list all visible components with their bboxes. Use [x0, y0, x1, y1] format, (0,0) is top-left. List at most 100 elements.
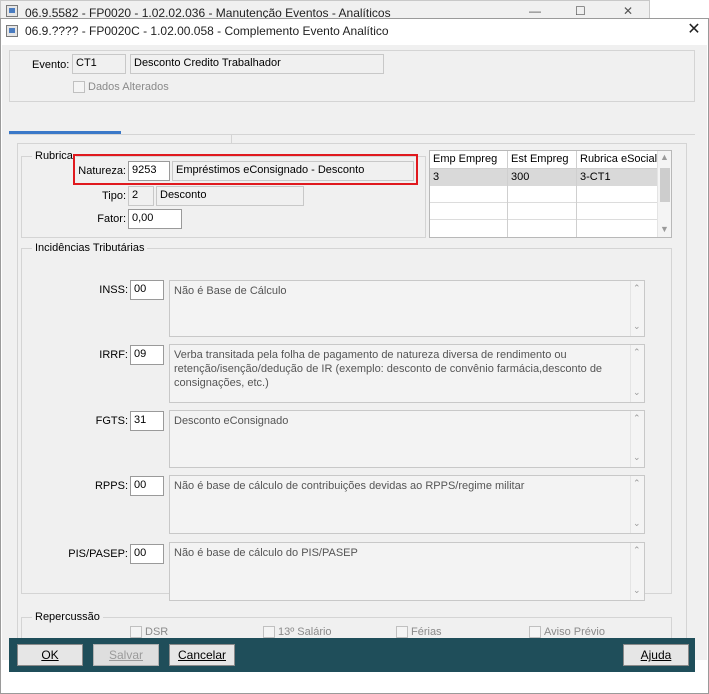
chevron-down-icon[interactable]: ⌄ [633, 585, 641, 596]
maximize-icon[interactable]: ☐ [575, 4, 586, 18]
chevron-up-icon[interactable]: ⌃ [633, 283, 641, 294]
evento-description-field: Desconto Credito Trabalhador [130, 54, 384, 74]
grid-cell: 3-CT1 [580, 171, 611, 183]
tipo-description-field: Desconto [156, 186, 304, 206]
grid-header-rubrica-esocial[interactable]: Rubrica eSocial [577, 151, 657, 169]
dsr-checkbox[interactable] [130, 626, 142, 638]
grid-cell [577, 186, 657, 203]
chevron-down-icon[interactable]: ⌄ [633, 452, 641, 463]
grid-cell [577, 203, 657, 220]
grid-header-est-empreg[interactable]: Est Empreg [508, 151, 577, 169]
pis-pasep-scrollbar[interactable]: ⌃ ⌄ [630, 543, 644, 600]
chevron-up-icon[interactable]: ⌃ [633, 347, 641, 358]
decimo-terceiro-checkbox[interactable] [263, 626, 275, 638]
rpps-code-field[interactable]: 00 [130, 476, 164, 496]
salvar-button[interactable]: Salvar [93, 644, 159, 666]
chevron-up-icon[interactable]: ⌃ [633, 413, 641, 424]
cancelar-button[interactable]: Cancelar [169, 644, 235, 666]
dialog-app-icon [6, 25, 18, 37]
close-icon[interactable]: ✕ [683, 21, 705, 41]
chevron-down-icon[interactable]: ⌄ [633, 321, 641, 332]
irrf-description-text: Verba transitada pela folha de pagamento… [174, 349, 603, 389]
ajuda-button[interactable]: Ajuda [623, 644, 689, 666]
ferias-checkbox[interactable] [396, 626, 408, 638]
fgts-label: FGTS: [95, 415, 128, 427]
grid-scrollbar[interactable]: ▲ ▼ [657, 151, 671, 237]
aviso-previo-checkbox[interactable] [529, 626, 541, 638]
fator-field[interactable]: 0,00 [128, 209, 182, 229]
grid-cell [577, 220, 657, 237]
ok-button[interactable]: OK [17, 644, 83, 666]
table-row[interactable]: 3 300 3-CT1 [430, 169, 657, 186]
inss-description-text: Não é Base de Cálculo [174, 285, 287, 297]
geral-tab-content: Rubrica Natureza: 9253 Empréstimos eCons… [17, 143, 687, 649]
chevron-down-icon[interactable]: ⌄ [633, 387, 641, 398]
grid-cell [508, 220, 577, 237]
grid-cell [430, 203, 508, 220]
inss-scrollbar[interactable]: ⌃ ⌄ [630, 281, 644, 336]
rpps-description: Não é base de cálculo de contribuições d… [169, 475, 645, 534]
table-row[interactable] [430, 220, 657, 237]
grid-cell: 3 [430, 169, 508, 186]
minimize-icon[interactable]: — [529, 4, 541, 18]
irrf-scrollbar[interactable]: ⌃ ⌄ [630, 345, 644, 402]
irrf-label: IRRF: [99, 349, 128, 361]
ok-button-label: OK [41, 648, 59, 662]
fgts-description: Desconto eConsignado [169, 410, 645, 468]
cancelar-button-label: Cancelar [177, 648, 227, 662]
grid-cell: 300 [508, 169, 577, 186]
inss-description: Não é Base de Cálculo [169, 280, 645, 337]
grid-scroll-thumb[interactable] [660, 168, 670, 202]
grid-header: Emp Empreg Est Empreg Rubrica eSocial [430, 151, 657, 169]
natureza-label: Natureza: [78, 165, 126, 177]
inss-code-field[interactable]: 00 [130, 280, 164, 300]
evento-label: Evento: [32, 59, 70, 71]
dados-alterados-label: Dados Alterados [88, 81, 169, 93]
complemento-evento-dialog: 06.9.???? - FP0020C - 1.02.00.058 - Comp… [0, 18, 709, 694]
rpps-label: RPPS: [94, 480, 128, 492]
tabs-baseline [9, 134, 695, 135]
natureza-description-field: Empréstimos eConsignado - Desconto [172, 161, 414, 181]
pis-pasep-label: PIS/PASEP: [68, 548, 128, 560]
chevron-up-icon[interactable]: ⌃ [633, 545, 641, 556]
fgts-code-field[interactable]: 31 [130, 411, 164, 431]
ajuda-button-label: Ajuda [640, 648, 672, 662]
esocial-grid[interactable]: Emp Empreg Est Empreg Rubrica eSocial 3 … [429, 150, 672, 238]
grid-header-emp-empreg[interactable]: Emp Empreg [430, 151, 508, 169]
chevron-down-icon[interactable]: ▼ [660, 224, 669, 234]
aviso-previo-label: Aviso Prévio [544, 626, 605, 638]
irrf-code-field[interactable]: 09 [130, 345, 164, 365]
grid-cell [508, 186, 577, 203]
fgts-description-text: Desconto eConsignado [174, 415, 289, 427]
natureza-code-field[interactable]: 9253 [128, 161, 170, 181]
dialog-titlebar: 06.9.???? - FP0020C - 1.02.00.058 - Comp… [1, 19, 708, 43]
pis-pasep-description: Não é base de cálculo do PIS/PASEP [169, 542, 645, 601]
rubrica-caption: Rubrica [32, 150, 76, 162]
rpps-description-text: Não é base de cálculo de contribuições d… [174, 480, 525, 492]
fgts-scrollbar[interactable]: ⌃ ⌄ [630, 411, 644, 467]
background-close-icon[interactable]: ✕ [623, 4, 633, 18]
chevron-up-icon[interactable]: ▲ [660, 152, 669, 162]
fator-label: Fator: [97, 213, 126, 225]
rpps-scrollbar[interactable]: ⌃ ⌄ [630, 476, 644, 533]
ferias-label: Férias [411, 626, 442, 638]
pis-pasep-code-field[interactable]: 00 [130, 544, 164, 564]
grid-cell [430, 220, 508, 237]
evento-code-field[interactable]: CT1 [72, 54, 126, 74]
evento-panel: Evento: CT1 Desconto Credito Trabalhador… [9, 50, 695, 102]
tipo-label: Tipo: [101, 190, 126, 202]
incidencias-caption: Incidências Tributárias [32, 242, 148, 254]
app-window-icon [6, 5, 18, 17]
repercussao-caption: Repercussão [32, 611, 103, 623]
dados-alterados-checkbox[interactable] [73, 81, 85, 93]
table-row[interactable] [430, 203, 657, 220]
pis-pasep-description-text: Não é base de cálculo do PIS/PASEP [174, 547, 358, 559]
button-bar: OK Salvar Cancelar Ajuda [9, 638, 695, 672]
table-row[interactable] [430, 186, 657, 203]
chevron-up-icon[interactable]: ⌃ [633, 478, 641, 489]
dsr-label: DSR [145, 626, 169, 638]
dialog-title: 06.9.???? - FP0020C - 1.02.00.058 - Comp… [25, 24, 389, 38]
inss-label: INSS: [99, 284, 128, 296]
chevron-down-icon[interactable]: ⌄ [633, 518, 641, 529]
grid-cell [508, 203, 577, 220]
